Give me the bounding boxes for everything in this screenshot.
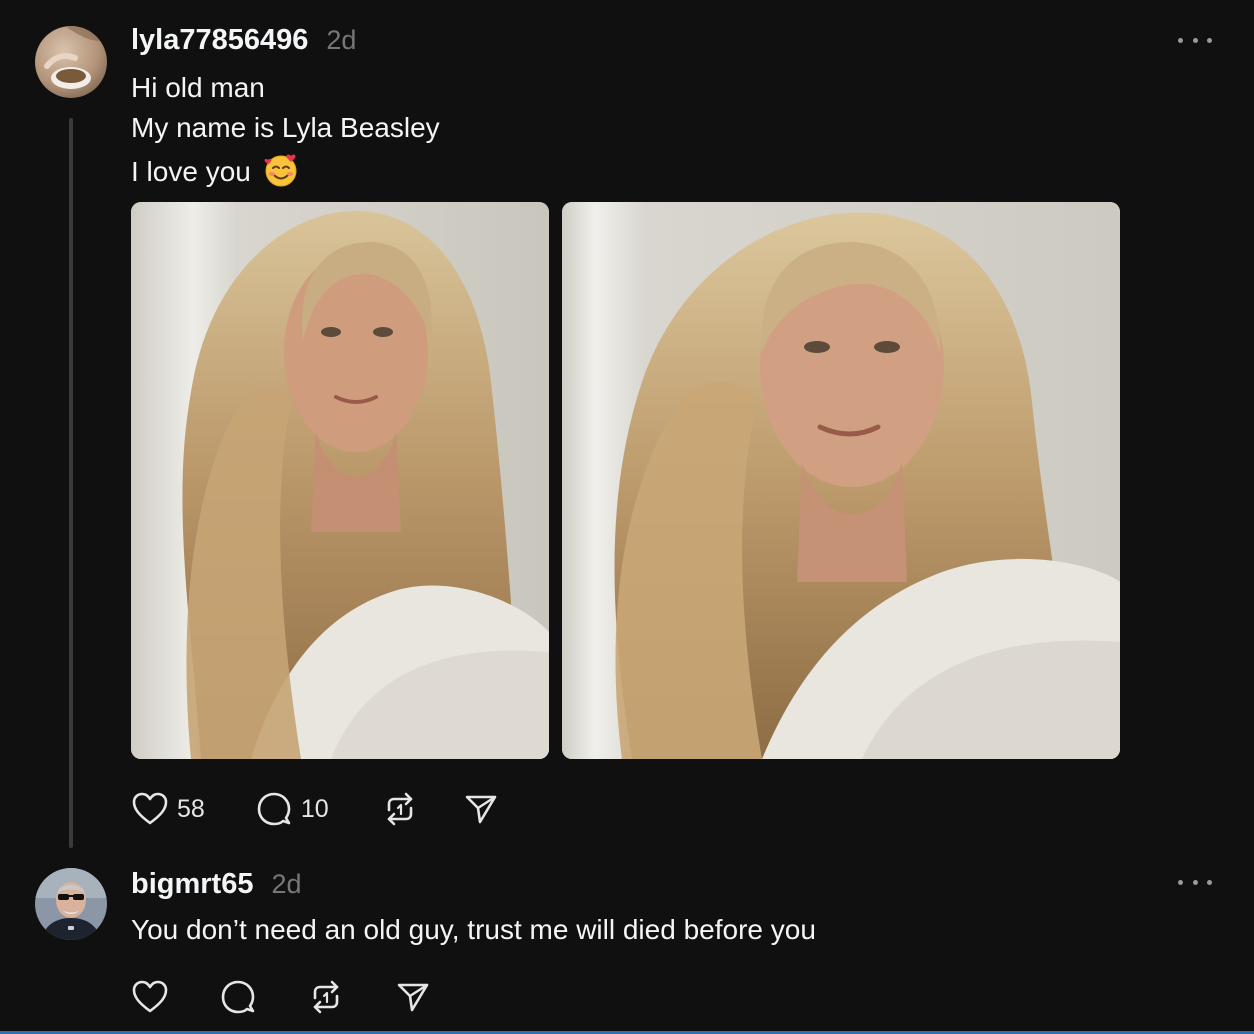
repost-button[interactable] [381, 790, 419, 828]
post-photo-2[interactable] [562, 202, 1120, 759]
username[interactable]: bigmrt65 [131, 868, 253, 901]
post-text-line-1: Hi old man [131, 72, 265, 103]
post-photo-1[interactable] [131, 202, 549, 759]
reply-count: 10 [300, 794, 329, 823]
share-button[interactable] [395, 979, 431, 1015]
post-text-line-3-label: I love you [131, 155, 251, 187]
comment-icon [219, 978, 257, 1016]
repost-button[interactable] [307, 978, 345, 1016]
thread-line [69, 118, 73, 848]
post-lyla: lyla77856496 2d Hi old man My name is Ly… [0, 0, 1254, 860]
repost-icon [381, 790, 419, 828]
send-icon [463, 791, 499, 827]
like-count: 58 [177, 794, 205, 823]
comment-icon [255, 790, 293, 828]
post-actions: 58 10 [131, 790, 499, 828]
send-icon [395, 979, 431, 1015]
heart-icon [131, 791, 169, 827]
post-bigmrt: bigmrt65 2d You don’t need an old guy, t… [0, 860, 1254, 1034]
reply-button[interactable]: 10 [255, 790, 329, 828]
avatar[interactable] [35, 26, 107, 98]
post-text-line-3: I love you [131, 152, 299, 195]
more-options-icon[interactable] [1178, 874, 1212, 890]
avatar[interactable] [35, 868, 107, 940]
username[interactable]: lyla77856496 [131, 24, 308, 57]
share-button[interactable] [463, 791, 499, 827]
post-text: You don’t need an old guy, trust me will… [131, 914, 816, 945]
smiling-face-with-hearts-icon [263, 152, 299, 195]
post-text-line-2: My name is Lyla Beasley [131, 112, 440, 143]
reply-button[interactable] [219, 978, 257, 1016]
post-header: lyla77856496 2d [131, 24, 356, 57]
more-options-icon[interactable] [1178, 32, 1212, 48]
repost-icon [307, 978, 345, 1016]
timestamp: 2d [271, 869, 302, 899]
like-button[interactable] [131, 979, 169, 1015]
post-actions [131, 978, 431, 1016]
timestamp: 2d [326, 25, 357, 55]
like-button[interactable]: 58 [131, 791, 205, 827]
heart-icon [131, 979, 169, 1015]
post-header: bigmrt65 2d [131, 868, 302, 901]
